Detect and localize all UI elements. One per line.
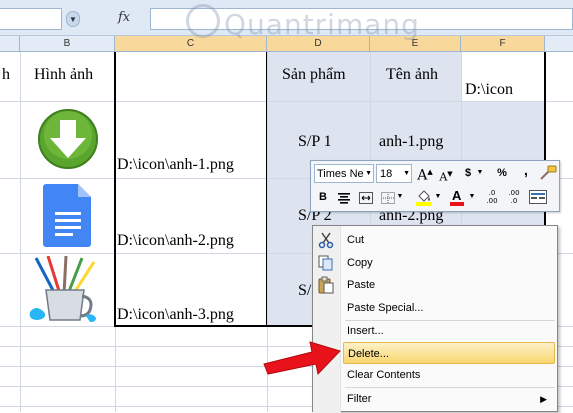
cell-c3[interactable]: D:\icon\anh-2.png (117, 232, 234, 250)
red-arrow-icon (262, 338, 342, 378)
column-header-b[interactable]: B (20, 36, 115, 52)
shrink-font-icon[interactable]: A▼ (438, 165, 454, 187)
currency-dropdown-icon[interactable]: ▼ (475, 164, 485, 182)
paint-brushes-icon (26, 255, 102, 324)
column-header-a[interactable] (0, 36, 20, 52)
menu-item-label: Copy (347, 257, 373, 269)
font-size-box[interactable]: 18 ▼ (376, 164, 412, 183)
mini-toolbar: Times Ne ▼ 18 ▼ A▲ A▼ $ ▼ % , B ▼ ▼ A ▼ … (310, 160, 560, 212)
fill-color-icon[interactable] (415, 188, 433, 206)
cell-e2[interactable]: anh-1.png (379, 133, 443, 151)
scissors-icon (317, 231, 335, 249)
cell-b1[interactable]: Hình ảnh (34, 66, 93, 84)
name-box[interactable] (0, 8, 62, 30)
cell-d2[interactable]: S/P 1 (298, 133, 332, 151)
menu-item-label: Insert... (347, 325, 384, 337)
merge-center-icon[interactable] (359, 191, 373, 204)
grid-line (20, 52, 21, 412)
menu-item-clear-contents[interactable]: Clear Contents (343, 364, 555, 386)
menu-item-label: Delete... (348, 348, 389, 360)
font-name-box[interactable]: Times Ne ▼ (314, 164, 374, 183)
font-name-value: Times Ne (317, 168, 364, 180)
table-border (114, 52, 116, 327)
grow-font-icon[interactable]: A▲ (417, 163, 433, 185)
menu-item-paste[interactable]: Paste (343, 274, 555, 296)
borders-icon[interactable] (381, 191, 395, 204)
percent-format-icon[interactable]: % (495, 164, 509, 182)
cell-c4[interactable]: D:\icon\anh-3.png (117, 306, 234, 324)
paste-icon (317, 276, 335, 294)
fill-color-dropdown-icon[interactable]: ▼ (433, 188, 443, 206)
font-size-value: 18 (380, 168, 393, 180)
cell-e1[interactable]: Tên ảnh (386, 66, 438, 84)
name-box-dropdown-icon[interactable]: ▼ (66, 11, 80, 27)
watermark-text: Quantrimang (224, 8, 420, 41)
bold-button[interactable]: B (316, 188, 330, 206)
menu-item-label: Clear Contents (347, 369, 421, 381)
cell-c2[interactable]: D:\icon\anh-1.png (117, 156, 234, 174)
svg-text:A: A (452, 188, 462, 203)
cell-d1[interactable]: Sản phẩm (282, 66, 346, 84)
menu-item-label: Paste Special... (347, 302, 424, 314)
grid-line (0, 101, 573, 102)
menu-item-paste-special[interactable]: Paste Special... (343, 297, 555, 319)
align-center-icon[interactable] (337, 191, 351, 204)
watermark-logo-icon (186, 4, 220, 38)
column-header-f[interactable]: F (461, 36, 545, 52)
table-border (266, 52, 267, 326)
download-arrow-icon (37, 108, 99, 170)
menu-item-label: Paste (347, 279, 376, 291)
currency-format-icon[interactable]: $ (461, 164, 475, 182)
column-c-cells[interactable] (115, 52, 267, 326)
comma-format-icon[interactable]: , (519, 161, 533, 179)
menu-item-insert[interactable]: Insert... (343, 320, 555, 342)
font-size-dropdown-icon[interactable]: ▼ (403, 165, 410, 183)
decrease-decimal-icon[interactable]: .00 .0 (505, 189, 523, 207)
menu-item-copy[interactable]: Copy (343, 252, 555, 274)
font-dropdown-icon[interactable]: ▼ (365, 165, 372, 183)
menu-item-label: Cut (347, 234, 365, 246)
submenu-arrow-icon: ▶ (540, 394, 547, 404)
increase-decimal-icon[interactable]: .0 .00 (483, 189, 501, 207)
grow-font-label: A (417, 167, 428, 184)
borders-dropdown-icon[interactable]: ▼ (395, 188, 405, 206)
menu-item-filter[interactable]: Filter ▶ (343, 388, 555, 410)
column-header-g[interactable] (545, 36, 573, 52)
copy-icon (317, 254, 335, 272)
menu-item-delete[interactable]: Delete... (343, 342, 555, 364)
font-color-dropdown-icon[interactable]: ▼ (467, 188, 477, 206)
format-cells-icon[interactable] (529, 190, 547, 204)
cell-f1[interactable]: D:\icon (465, 81, 513, 99)
menu-item-cut[interactable]: Cut (343, 229, 555, 251)
cell-d4[interactable]: S/ (298, 282, 311, 300)
format-painter-icon[interactable] (539, 165, 557, 181)
menu-item-label: Filter (347, 393, 372, 405)
context-menu: Cut Copy Paste Paste Special... Insert..… (312, 225, 558, 413)
font-color-icon[interactable]: A (449, 188, 465, 206)
google-docs-icon (43, 182, 93, 248)
cell-a1[interactable]: h (2, 66, 10, 84)
insert-function-button[interactable]: fx (118, 10, 148, 28)
